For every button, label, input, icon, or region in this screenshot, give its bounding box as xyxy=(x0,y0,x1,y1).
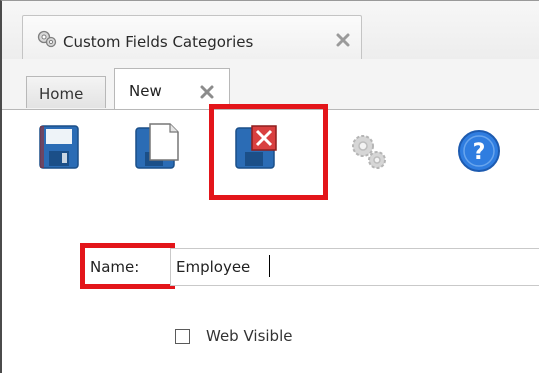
name-input-value: Employee xyxy=(176,258,251,276)
help-icon: ? xyxy=(456,130,502,178)
tab-title: Custom Fields Categories xyxy=(63,33,254,51)
floppy-disk-icon xyxy=(38,125,80,174)
close-icon[interactable] xyxy=(335,32,351,48)
save-button[interactable] xyxy=(38,124,80,170)
tab-home[interactable]: Home xyxy=(26,76,106,108)
save-close-highlight xyxy=(209,104,328,200)
text-caret xyxy=(269,255,270,277)
gears-icon xyxy=(349,135,389,176)
name-label-highlight xyxy=(80,243,175,289)
help-button[interactable]: ? xyxy=(456,128,502,174)
settings-button[interactable] xyxy=(349,132,389,172)
tab-new-label: New xyxy=(129,82,162,100)
save-new-button[interactable] xyxy=(134,122,180,170)
web-visible-checkbox[interactable] xyxy=(175,329,190,344)
gears-icon xyxy=(36,29,58,49)
web-visible-label: Web Visible xyxy=(206,327,293,345)
floppy-document-icon xyxy=(134,123,180,174)
svg-text:?: ? xyxy=(473,140,486,165)
close-icon[interactable] xyxy=(199,84,215,100)
tab-home-label: Home xyxy=(39,85,84,103)
tab-custom-fields-categories[interactable]: Custom Fields Categories xyxy=(22,15,362,59)
